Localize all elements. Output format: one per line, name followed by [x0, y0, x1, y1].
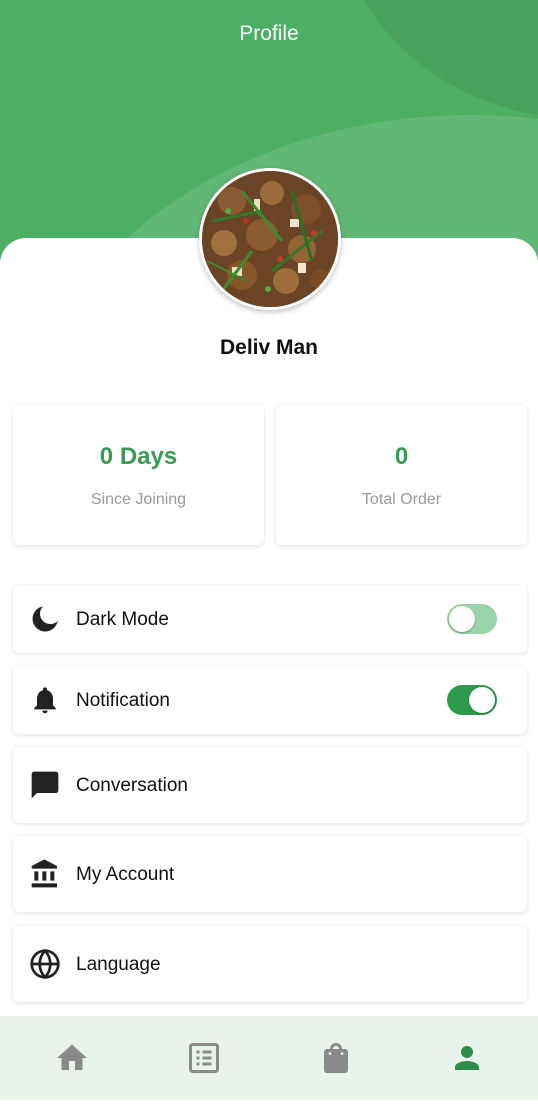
person-icon — [455, 1046, 479, 1070]
nav-shop-button[interactable] — [318, 1040, 354, 1076]
stat-card-since-joining: 0 Days Since Joining — [13, 405, 264, 545]
nav-profile-button[interactable] — [449, 1040, 485, 1076]
bank-icon — [29, 858, 61, 890]
nav-orders-button[interactable] — [186, 1040, 222, 1076]
avatar — [199, 168, 341, 310]
notification-toggle[interactable] — [447, 685, 497, 715]
bottom-nav — [0, 1016, 538, 1100]
menu-item-label: My Account — [76, 864, 175, 885]
shopping-bag-icon — [324, 1043, 348, 1073]
toggle-knob — [449, 606, 475, 632]
menu-item-conversation[interactable]: Conversation — [13, 747, 527, 823]
home-icon — [57, 1044, 87, 1070]
menu-item-label: Notification — [76, 690, 170, 711]
user-name: Deliv Man — [219, 336, 319, 359]
toggle-knob — [469, 687, 495, 713]
menu-item-label: Conversation — [76, 775, 188, 796]
menu-item-label: Language — [76, 954, 161, 975]
nav-home-button[interactable] — [54, 1040, 90, 1076]
bell-icon — [29, 684, 61, 716]
menu-item-language[interactable]: Language — [13, 926, 527, 1002]
chat-icon — [29, 769, 61, 801]
stat-card-total-order: 0 Total Order — [276, 405, 527, 545]
avatar-image — [202, 171, 338, 307]
header-decoration — [340, 0, 538, 120]
stat-label: Total Order — [361, 491, 442, 508]
menu-item-my-account[interactable]: My Account — [13, 836, 527, 912]
dark-mode-toggle[interactable] — [447, 604, 497, 634]
menu-item-label: Dark Mode — [76, 609, 169, 630]
menu-item-dark-mode[interactable]: Dark Mode — [13, 585, 527, 653]
stat-value: 0 — [394, 443, 409, 470]
menu-item-notification[interactable]: Notification — [13, 666, 527, 734]
page-title: Profile — [239, 22, 299, 45]
stat-value: 0 Days — [99, 443, 178, 470]
list-icon — [189, 1043, 219, 1073]
moon-icon — [29, 603, 61, 635]
stat-label: Since Joining — [90, 491, 187, 508]
globe-icon — [29, 948, 61, 980]
